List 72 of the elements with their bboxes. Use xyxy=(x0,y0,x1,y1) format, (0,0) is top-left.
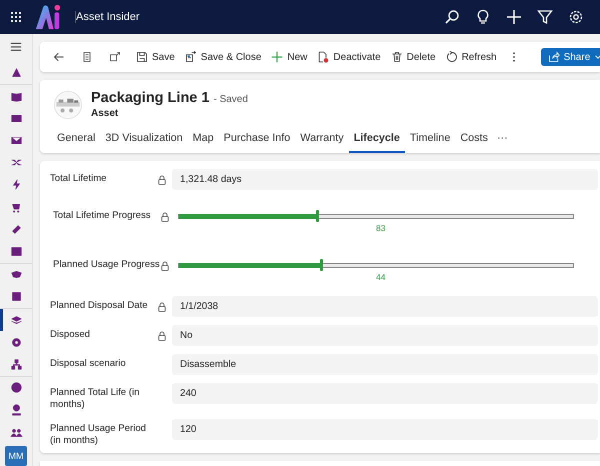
slider-thumb[interactable] xyxy=(316,210,319,222)
lock-icon xyxy=(161,261,169,271)
slider-reading: 44 xyxy=(376,272,386,282)
new-button[interactable]: New xyxy=(267,48,312,66)
tab[interactable]: Purchase Info xyxy=(218,128,296,153)
record-title: Packaging Line 1 xyxy=(91,90,210,106)
open-window-icon[interactable] xyxy=(109,51,121,63)
lock-icon xyxy=(161,212,169,222)
field-label: Planned Total Life (in months) xyxy=(50,386,140,411)
nav-icon[interactable] xyxy=(10,358,22,371)
search-icon[interactable] xyxy=(444,9,460,25)
menu-icon[interactable] xyxy=(9,40,23,54)
button-icon xyxy=(271,51,284,63)
lock-icon xyxy=(158,302,166,312)
nav-icon[interactable] xyxy=(10,336,22,349)
field-value[interactable]: 1/1/2038 xyxy=(172,296,598,317)
tab[interactable]: Lifecycle xyxy=(348,128,405,153)
nav-icon[interactable] xyxy=(10,381,22,394)
nav-icon[interactable] xyxy=(10,290,22,304)
field-value[interactable]: 120 xyxy=(172,419,598,440)
button-icon xyxy=(446,51,458,63)
field-label: Planned Disposal Date xyxy=(50,299,149,312)
field-label: Planned Usage Progress xyxy=(53,258,161,271)
plus-icon[interactable] xyxy=(506,9,522,25)
deactivate-button[interactable]: Deactivate xyxy=(313,48,385,66)
settings-icon[interactable] xyxy=(568,9,584,25)
field-value[interactable]: Disassemble xyxy=(172,354,598,375)
slider-thumb[interactable] xyxy=(320,259,323,271)
nav-icon[interactable] xyxy=(10,314,22,327)
save-close-button[interactable]: Save & Close xyxy=(180,48,266,66)
field-label: Planned Usage Period (in months) xyxy=(50,422,148,447)
app-title: Asset Insider xyxy=(75,11,140,23)
refresh-button[interactable]: Refresh xyxy=(442,48,501,66)
button-icon xyxy=(184,51,197,63)
field-value[interactable]: 240 xyxy=(172,383,598,404)
user-avatar[interactable]: MM xyxy=(5,446,27,466)
tab[interactable]: Map xyxy=(188,128,219,153)
tab[interactable]: Costs xyxy=(455,128,493,153)
back-arrow-icon[interactable] xyxy=(53,51,65,63)
nav-icon[interactable] xyxy=(10,403,22,416)
entity-name: Asset xyxy=(91,108,120,119)
nav-icon[interactable] xyxy=(10,244,22,258)
share-icon xyxy=(548,51,560,63)
slider-reading: 83 xyxy=(376,223,386,233)
more-tabs-button[interactable]: ··· xyxy=(492,128,513,153)
lock-icon xyxy=(158,175,166,185)
field-label: Disposal scenario xyxy=(50,357,127,370)
field-label: Total Lifetime xyxy=(50,172,108,185)
filter-icon[interactable] xyxy=(537,9,553,25)
tab[interactable]: General xyxy=(52,128,100,153)
delete-button[interactable]: Delete xyxy=(386,48,440,66)
nav-icon[interactable] xyxy=(10,66,22,80)
field-label: Disposed xyxy=(50,328,91,341)
chevron-down-icon xyxy=(594,53,600,61)
document-icon[interactable] xyxy=(81,51,93,63)
logo-icon xyxy=(33,3,63,31)
nav-icon[interactable] xyxy=(10,222,22,236)
tab[interactable]: Timeline xyxy=(404,128,456,153)
tab[interactable]: Warranty xyxy=(295,128,349,153)
save-status: - Saved xyxy=(213,94,248,105)
app-launcher-icon[interactable] xyxy=(10,11,22,23)
field-value[interactable]: 1,321.48 days xyxy=(172,169,598,190)
button-icon xyxy=(136,51,148,63)
button-icon xyxy=(390,51,403,63)
save-button[interactable]: Save xyxy=(132,48,179,66)
lock-icon xyxy=(158,331,166,341)
tab[interactable]: 3D Visualization xyxy=(100,128,188,153)
field-label: Total Lifetime Progress xyxy=(53,209,152,222)
button-icon xyxy=(317,51,330,63)
field-value[interactable]: No xyxy=(172,325,598,346)
lightbulb-icon[interactable] xyxy=(475,9,491,25)
share-button[interactable]: Share xyxy=(540,48,600,66)
